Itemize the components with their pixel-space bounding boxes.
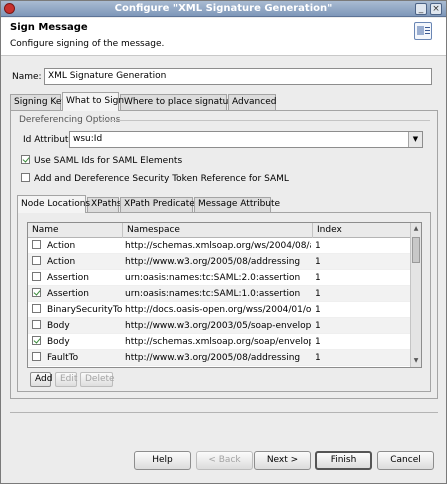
id-attribute-combo[interactable]: wsu:Id ▼ [69, 131, 423, 148]
filter-config-icon [414, 22, 432, 40]
dialog-window: Configure "XML Signature Generation" _ ×… [0, 0, 447, 484]
add-button[interactable]: Add [30, 372, 52, 387]
row-name-cell: Action [32, 238, 122, 254]
subtab-xpaths[interactable]: XPaths [87, 197, 122, 212]
row-name-cell: Action [32, 254, 122, 270]
window-title: Configure "XML Signature Generation" [114, 3, 333, 14]
row-namespace: http://www.w3.org/2005/08/addressing [125, 353, 301, 363]
row-namespace: http://schemas.xmlsoap.org/soap/envelope… [125, 337, 311, 347]
table-row[interactable]: Body http://schemas.xmlsoap.org/soap/env… [28, 334, 411, 350]
row-name-cell: Body [32, 334, 122, 350]
node-locations-table: Name Namespace Index Action http://schem… [27, 222, 422, 368]
row-name-cell: FaultTo [32, 350, 122, 366]
table-header: Name Namespace Index [28, 223, 411, 238]
row-checkbox[interactable] [32, 240, 41, 249]
finish-button[interactable]: Finish [315, 451, 372, 470]
row-namespace: http://schemas.xmlsoap.org/ws/2004/08/ad… [125, 241, 311, 251]
tab-what-to-sign[interactable]: What to Sign [62, 92, 124, 111]
table-scrollbar[interactable]: ▲ ▼ [410, 223, 421, 367]
dialog-header: Sign Message Configure signing of the me… [1, 18, 446, 56]
row-name: FaultTo [47, 353, 79, 363]
row-namespace: urn:oasis:names:tc:SAML:1.0:assertion [125, 289, 301, 299]
row-index: 1 [315, 241, 321, 251]
minimize-icon[interactable]: _ [415, 3, 427, 15]
row-index: 1 [315, 257, 321, 267]
id-attribute-value: wsu:Id [73, 134, 103, 144]
title-bar[interactable]: Configure "XML Signature Generation" _ × [1, 1, 446, 17]
table-row[interactable]: FaultTo http://www.w3.org/2005/08/addres… [28, 350, 411, 366]
row-checkbox[interactable] [32, 320, 41, 329]
row-index: 1 [315, 289, 321, 299]
subtab-node-locations[interactable]: Node Locations [17, 195, 90, 213]
row-index: 1 [315, 321, 321, 331]
footer-separator [10, 412, 438, 413]
row-name: Action [47, 257, 76, 267]
row-checkbox[interactable] [32, 272, 41, 281]
group-divider [101, 120, 430, 121]
row-name: BinarySecurityToken [47, 305, 122, 315]
table-row[interactable]: Assertion urn:oasis:names:tc:SAML:2.0:as… [28, 270, 411, 286]
table-row[interactable]: Action http://schemas.xmlsoap.org/ws/200… [28, 238, 411, 254]
row-namespace: urn:oasis:names:tc:SAML:2.0:assertion [125, 273, 301, 283]
edit-button[interactable]: Edit [55, 372, 77, 387]
row-namespace: http://www.w3.org/2005/08/addressing [125, 257, 301, 267]
row-index: 1 [315, 337, 321, 347]
column-header-namespace[interactable]: Namespace [123, 223, 313, 238]
row-name-cell: Assertion [32, 286, 122, 302]
row-name: Body [47, 321, 70, 331]
use-saml-ids-option[interactable]: Use SAML Ids for SAML Elements [21, 155, 182, 166]
table-row[interactable]: Action http://www.w3.org/2005/08/address… [28, 254, 411, 270]
scrollbar-thumb[interactable] [412, 237, 420, 263]
oracle-app-icon [4, 3, 15, 14]
use-saml-ids-checkbox[interactable] [21, 155, 30, 164]
row-checkbox[interactable] [32, 352, 41, 361]
tab-signing-key[interactable]: Signing Key [10, 94, 67, 110]
help-button[interactable]: Help [134, 451, 191, 470]
row-checkbox[interactable] [32, 336, 41, 345]
row-name: Assertion [47, 289, 90, 299]
row-checkbox[interactable] [32, 256, 41, 265]
row-name: Action [47, 241, 76, 251]
tab-advanced[interactable]: Advanced [228, 94, 276, 110]
scroll-up-arrow-icon[interactable]: ▲ [411, 224, 421, 234]
table-row[interactable]: Assertion urn:oasis:names:tc:SAML:1.0:as… [28, 286, 411, 302]
add-dereference-checkbox[interactable] [21, 173, 30, 182]
tab-where-to-place-signature[interactable]: Where to place signature [120, 94, 237, 110]
next-button[interactable]: Next > [254, 451, 311, 470]
column-header-name[interactable]: Name [28, 223, 123, 238]
row-checkbox[interactable] [32, 288, 41, 297]
table-row[interactable]: Body http://www.w3.org/2003/05/soap-enve… [28, 318, 411, 334]
table-row[interactable]: BinarySecurityToken http://docs.oasis-op… [28, 302, 411, 318]
row-name-cell: Assertion [32, 270, 122, 286]
row-namespace: http://www.w3.org/2003/05/soap-envelope [125, 321, 311, 331]
row-checkbox[interactable] [32, 304, 41, 313]
add-dereference-option[interactable]: Add and Dereference Security Token Refer… [21, 173, 289, 184]
use-saml-ids-label: Use SAML Ids for SAML Elements [34, 156, 183, 166]
back-button[interactable]: < Back [196, 451, 253, 470]
scroll-down-arrow-icon[interactable]: ▼ [411, 356, 421, 366]
cancel-button[interactable]: Cancel [377, 451, 434, 470]
name-label: Name: [12, 72, 42, 82]
row-index: 1 [315, 273, 321, 283]
row-name: Assertion [47, 273, 90, 283]
delete-button[interactable]: Delete [80, 372, 115, 387]
row-index: 1 [315, 305, 321, 315]
row-namespace: http://docs.oasis-open.org/wss/2004/01/o… [125, 305, 311, 315]
row-name: Body [47, 337, 70, 347]
chevron-down-icon[interactable]: ▼ [408, 132, 422, 147]
row-name-cell: BinarySecurityToken [32, 302, 122, 318]
subtab-xpath-predicates[interactable]: XPath Predicates [120, 197, 200, 212]
add-dereference-label: Add and Dereference Security Token Refer… [34, 174, 289, 184]
header-title: Sign Message [10, 22, 88, 33]
name-input[interactable]: XML Signature Generation [44, 68, 432, 85]
subtab-message-attribute[interactable]: Message Attribute [194, 197, 280, 212]
row-name-cell: Body [32, 318, 122, 334]
close-icon[interactable]: × [430, 3, 442, 15]
row-index: 1 [315, 353, 321, 363]
header-description: Configure signing of the message. [10, 39, 165, 49]
column-header-index[interactable]: Index [313, 223, 411, 238]
